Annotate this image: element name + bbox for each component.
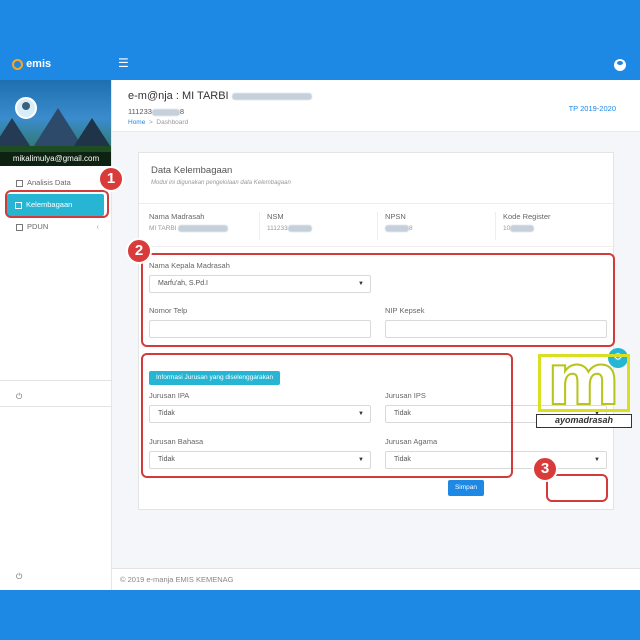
info-nama-madrasah: Nama Madrasah MI TARBI: [149, 212, 259, 232]
dropdown-arrow-icon: ▼: [594, 457, 600, 463]
page-header: e-m@nja : MI TARBI 111233 8 Home > Dashbo…: [112, 80, 640, 132]
breadcrumb-home[interactable]: Home: [128, 119, 145, 126]
info-value: MI TARBI: [149, 225, 259, 232]
avatar[interactable]: [15, 97, 37, 119]
logo-icon: [12, 58, 23, 70]
hamburger-menu-icon[interactable]: ☰: [118, 57, 129, 69]
info-value: 10: [503, 225, 613, 232]
annotation-box-3: [141, 353, 513, 478]
people-icon: [16, 223, 23, 231]
app-logo[interactable]: emis: [12, 58, 62, 72]
user-account-icon[interactable]: [614, 59, 626, 71]
info-label: NSM: [267, 212, 284, 221]
breadcrumb: Home > Dashboard: [128, 119, 188, 126]
info-label: NPSN: [385, 212, 406, 221]
ayomadrasah-watermark: ayomadrasah: [536, 345, 632, 438]
sidebar: mikalimulya@gmail.com Analisis Data Kele…: [0, 80, 112, 590]
info-npsn: NPSN 8: [385, 212, 495, 232]
card-subtitle: Modul ini digunakan pengelolaan data Kel…: [151, 180, 291, 186]
user-email: mikalimulya@gmail.com: [0, 152, 111, 166]
breadcrumb-current: Dashboard: [156, 119, 189, 126]
school-info: Nama Madrasah MI TARBI NSM 111233 NPSN 8…: [139, 203, 615, 247]
breadcrumb-separator: >: [148, 119, 153, 126]
chevron-left-icon: ‹: [96, 222, 100, 231]
watermark-logo-mark: [538, 345, 630, 415]
info-nsm: NSM 111233: [267, 212, 377, 232]
divider: [495, 212, 496, 240]
logout-power-icon[interactable]: ⏻: [16, 572, 22, 582]
annotation-badge-3: 3: [532, 456, 558, 482]
divider: [0, 380, 112, 381]
nsm-prefix: 111233: [128, 107, 152, 116]
top-navbar: emis ☰: [0, 50, 640, 80]
redacted-text: [231, 92, 312, 100]
watermark-text: ayomadrasah: [536, 414, 632, 428]
nsm-text: 111233 8: [128, 107, 184, 116]
footer: © 2019 e-manja EMIS KEMENAG: [112, 568, 640, 590]
school-title: e-m@nja : MI TARBI: [128, 90, 229, 102]
tahun-pelajaran: TP 2019-2020: [568, 104, 616, 113]
divider: [0, 406, 112, 407]
annotation-box-2: [141, 253, 615, 347]
sidebar-item-label: PDUN: [27, 222, 49, 231]
save-button[interactable]: Simpan: [448, 480, 484, 496]
page-title: e-m@nja : MI TARBI: [128, 90, 312, 102]
divider: [377, 212, 378, 240]
footer-copyright: © 2019 e-manja EMIS KEMENAG: [120, 575, 234, 584]
power-icon[interactable]: ⏻: [16, 392, 22, 402]
divider: [259, 212, 260, 240]
annotation-box-save: [546, 474, 608, 502]
info-value: 8: [385, 225, 495, 232]
profile-banner: mikalimulya@gmail.com: [0, 80, 111, 166]
sidebar-item-label: Analisis Data: [27, 178, 71, 187]
info-kode-register: Kode Register 10: [503, 212, 613, 232]
nsm-suffix: 8: [179, 107, 185, 116]
annotation-badge-2: 2: [126, 238, 152, 264]
info-value: 111233: [267, 225, 377, 232]
logo-text: emis: [26, 58, 52, 70]
info-label: Nama Madrasah: [149, 212, 205, 221]
chart-icon: [16, 179, 23, 187]
info-label: Kode Register: [503, 212, 551, 221]
annotation-badge-1: 1: [98, 166, 124, 192]
redacted-text: [151, 108, 180, 116]
sidebar-item-pdun[interactable]: PDUN ‹: [0, 216, 111, 238]
card-title: Data Kelembagaan: [151, 165, 233, 176]
annotation-box-1: [5, 190, 109, 218]
